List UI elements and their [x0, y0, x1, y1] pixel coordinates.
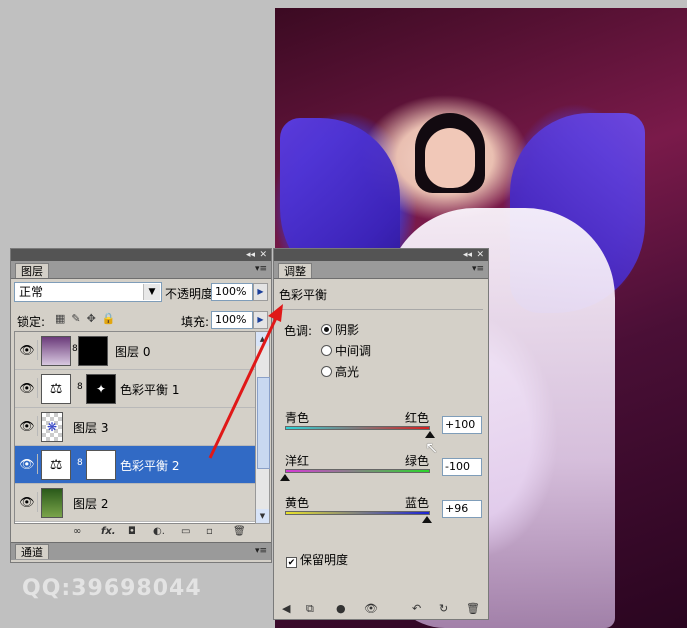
- mouse-cursor-icon: ↖: [425, 438, 439, 457]
- annotation-arrow: [208, 304, 283, 459]
